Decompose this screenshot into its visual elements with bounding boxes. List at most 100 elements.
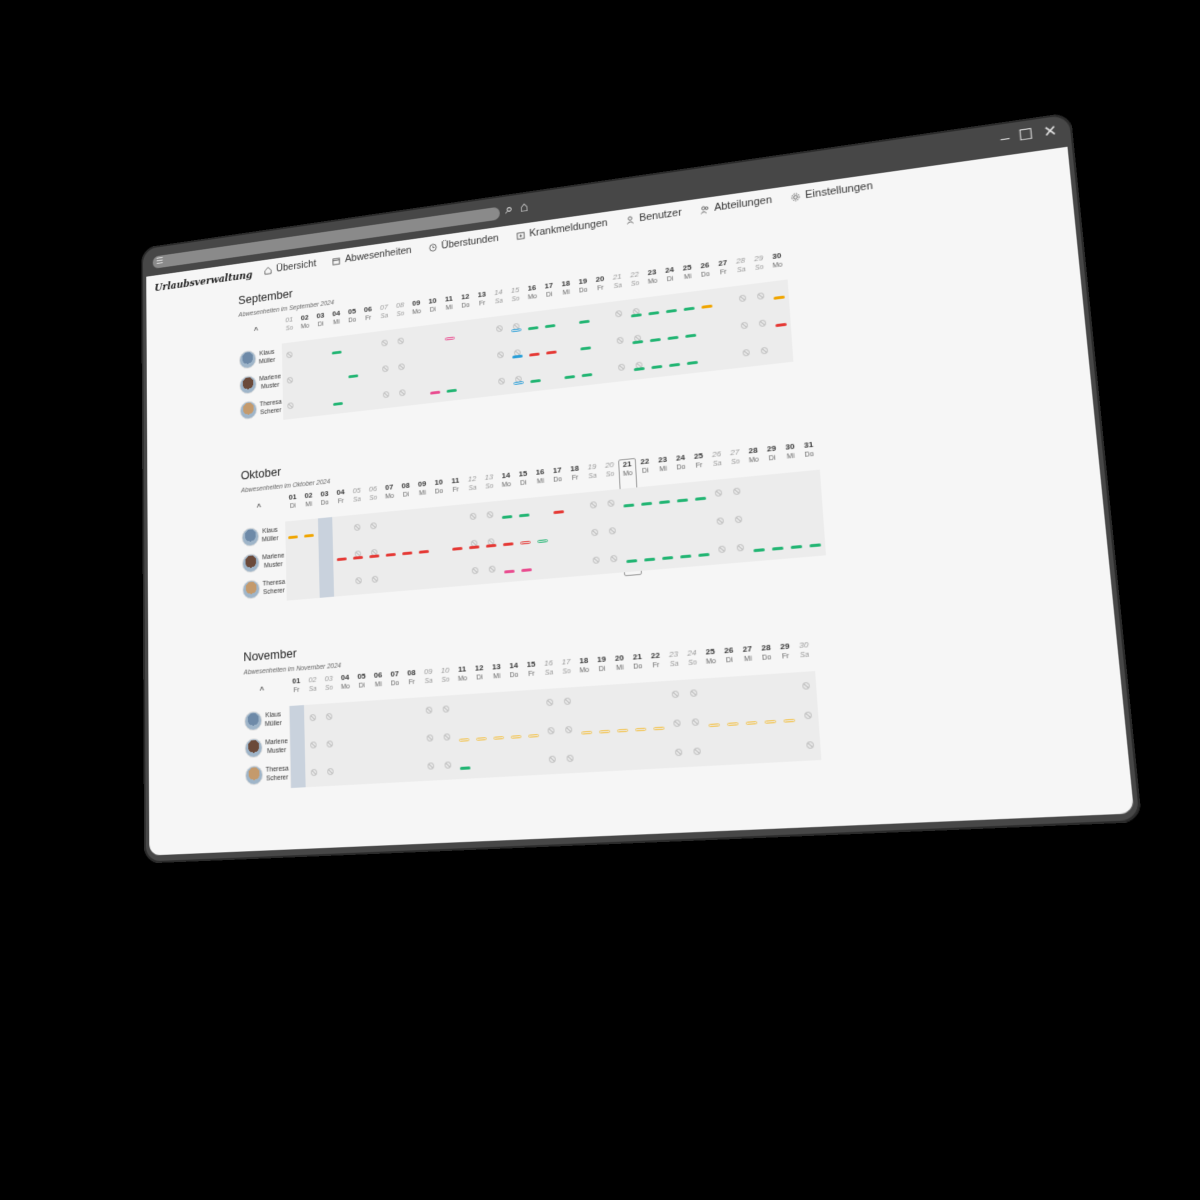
absence-bar-yellow[interactable]	[528, 734, 540, 738]
absence-bar-red[interactable]	[353, 555, 364, 560]
absence-bar-red[interactable]	[502, 542, 514, 547]
absence-bar-yellow[interactable]	[599, 729, 611, 734]
absence-bar-green[interactable]	[501, 515, 513, 519]
user-row-label[interactable]: Marlene Muster	[239, 369, 282, 398]
user-row-label[interactable]: Klaus Müller	[244, 706, 289, 734]
absence-bar-green[interactable]	[649, 337, 661, 343]
absence-bar-green[interactable]	[683, 306, 695, 311]
maximize-icon[interactable]: ☐	[1018, 126, 1034, 146]
absence-bar-yellow[interactable]	[493, 736, 505, 740]
absence-bar-green[interactable]	[662, 556, 674, 561]
absence-bar-green[interactable]	[667, 335, 679, 341]
absence-bar-pink[interactable]	[504, 569, 515, 574]
collapse-chevron-icon[interactable]: ^	[260, 687, 264, 698]
absence-bar-green[interactable]	[333, 401, 343, 406]
absence-bar-green[interactable]	[685, 333, 697, 338]
absence-bar-yellow[interactable]	[727, 722, 739, 726]
close-icon[interactable]: ✕	[1043, 122, 1058, 142]
absence-bar-red[interactable]	[553, 510, 565, 515]
absence-bar-green[interactable]	[530, 379, 541, 384]
absence-bar-green[interactable]	[630, 313, 642, 318]
absence-bar-green[interactable]	[528, 326, 539, 331]
search-icon[interactable]: ⌕	[505, 201, 513, 219]
absence-bar-red[interactable]	[546, 350, 557, 355]
user-row-label[interactable]: Klaus Müller	[241, 522, 286, 550]
absence-bar-yellow[interactable]	[745, 721, 758, 725]
absence-bar-red[interactable]	[520, 540, 531, 545]
absence-bar-pink[interactable]	[430, 390, 441, 395]
collapse-chevron-icon[interactable]: ^	[257, 503, 261, 514]
absence-bar-green[interactable]	[623, 503, 635, 508]
absence-bar-pink[interactable]	[521, 568, 532, 573]
absence-bar-red[interactable]	[775, 322, 787, 328]
nav-item-1[interactable]: Abwesenheiten	[332, 245, 412, 267]
absence-bar-green[interactable]	[633, 366, 645, 372]
absence-bar-yellow[interactable]	[458, 738, 470, 742]
nav-item-4[interactable]: Benutzer	[624, 207, 682, 226]
settings-sliders-icon[interactable]: ☰	[156, 256, 163, 267]
absence-bar-green[interactable]	[651, 364, 663, 370]
app-logo[interactable]: Urlaubsverwaltung	[154, 269, 252, 294]
absence-bar-red[interactable]	[485, 543, 497, 548]
absence-bar-yellow[interactable]	[764, 719, 777, 724]
absence-bar-orange[interactable]	[701, 304, 713, 309]
absence-bar-orange[interactable]	[304, 533, 314, 538]
absence-bar-yellow[interactable]	[653, 726, 665, 731]
user-row-label[interactable]: Marlene Muster	[241, 548, 286, 576]
absence-bar-blue[interactable]	[513, 381, 524, 386]
absence-bar-green[interactable]	[580, 346, 592, 351]
absence-bar-green[interactable]	[626, 559, 638, 564]
absence-bar-green[interactable]	[459, 766, 471, 770]
absence-bar-yellow[interactable]	[476, 737, 487, 741]
absence-bar-red[interactable]	[529, 352, 540, 357]
absence-bar-red[interactable]	[402, 551, 413, 556]
absence-bar-green[interactable]	[331, 350, 342, 355]
absence-bar-green[interactable]	[676, 498, 689, 503]
absence-bar-yellow[interactable]	[510, 735, 522, 739]
absence-bar-red[interactable]	[452, 546, 463, 551]
user-row-label[interactable]: Theresa Scherer	[239, 394, 284, 423]
absence-bar-green[interactable]	[564, 375, 576, 380]
absence-bar-green[interactable]	[644, 557, 656, 562]
absence-bar-green[interactable]	[658, 500, 671, 505]
absence-bar-yellow[interactable]	[783, 718, 796, 723]
absence-bar-green[interactable]	[632, 340, 644, 345]
absence-bar-green[interactable]	[753, 548, 765, 553]
absence-bar-green[interactable]	[665, 308, 677, 314]
absence-bar-yellow[interactable]	[708, 723, 720, 728]
absence-bar-green[interactable]	[790, 544, 803, 550]
absence-bar-green[interactable]	[686, 360, 698, 366]
nav-item-6[interactable]: Einstellungen	[790, 180, 873, 203]
absence-bar-red[interactable]	[418, 549, 430, 554]
absence-bar-red[interactable]	[336, 557, 347, 562]
absence-bar-green[interactable]	[680, 554, 692, 559]
absence-bar-red[interactable]	[369, 554, 380, 559]
user-row-label[interactable]: Klaus Müller	[238, 344, 282, 373]
absence-bar-red[interactable]	[385, 552, 396, 557]
home-icon[interactable]: ⌂	[520, 199, 529, 217]
absence-bar-green[interactable]	[581, 373, 593, 378]
absence-bar-blue[interactable]	[511, 328, 522, 333]
absence-bar-green[interactable]	[348, 374, 359, 379]
absence-bar-green[interactable]	[446, 388, 457, 393]
absence-bar-yellow[interactable]	[635, 727, 647, 732]
minimize-icon[interactable]: –	[1000, 129, 1011, 148]
absence-bar-yellow[interactable]	[581, 730, 593, 735]
absence-bar-green[interactable]	[544, 324, 556, 329]
absence-bar-green[interactable]	[641, 501, 653, 506]
collapse-chevron-icon[interactable]: ^	[254, 327, 258, 337]
absence-bar-orange[interactable]	[288, 535, 298, 540]
user-row-label[interactable]: Theresa Scherer	[245, 761, 290, 789]
absence-bar-blue[interactable]	[512, 354, 523, 359]
absence-bar-green[interactable]	[579, 319, 590, 324]
nav-item-2[interactable]: Überstunden	[428, 233, 499, 254]
absence-bar-green[interactable]	[694, 496, 707, 501]
absence-bar-yellow[interactable]	[617, 728, 629, 733]
user-row-label[interactable]: Marlene Muster	[244, 733, 290, 761]
absence-bar-orange[interactable]	[773, 295, 785, 300]
absence-bar-green[interactable]	[518, 513, 530, 518]
absence-bar-pink[interactable]	[444, 336, 455, 341]
absence-bar-green[interactable]	[648, 311, 660, 316]
absence-bar-red[interactable]	[469, 545, 480, 550]
absence-bar-green[interactable]	[698, 552, 710, 557]
